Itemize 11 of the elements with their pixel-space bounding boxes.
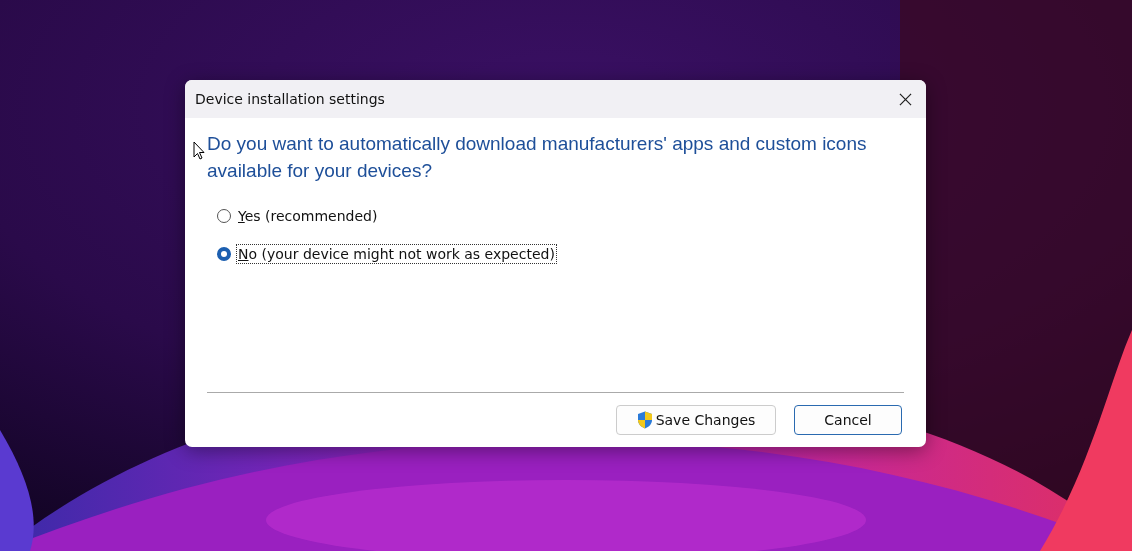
radio-button[interactable] bbox=[217, 247, 231, 261]
window-title: Device installation settings bbox=[195, 91, 385, 107]
close-icon[interactable] bbox=[899, 92, 912, 106]
save-changes-button[interactable]: Save Changes bbox=[616, 405, 776, 435]
radio-button[interactable] bbox=[217, 209, 231, 223]
option-label[interactable]: No (your device might not work as expected) bbox=[236, 244, 557, 264]
question-text: Do you want to automatically download manufacturers' apps and custom icons available for your devices? bbox=[207, 132, 868, 183]
cancel-button[interactable]: Cancel bbox=[794, 405, 902, 435]
mouse-pointer-icon bbox=[193, 141, 205, 160]
option-label[interactable]: Yes (recommended) bbox=[236, 206, 380, 226]
shield-icon bbox=[636, 411, 653, 429]
